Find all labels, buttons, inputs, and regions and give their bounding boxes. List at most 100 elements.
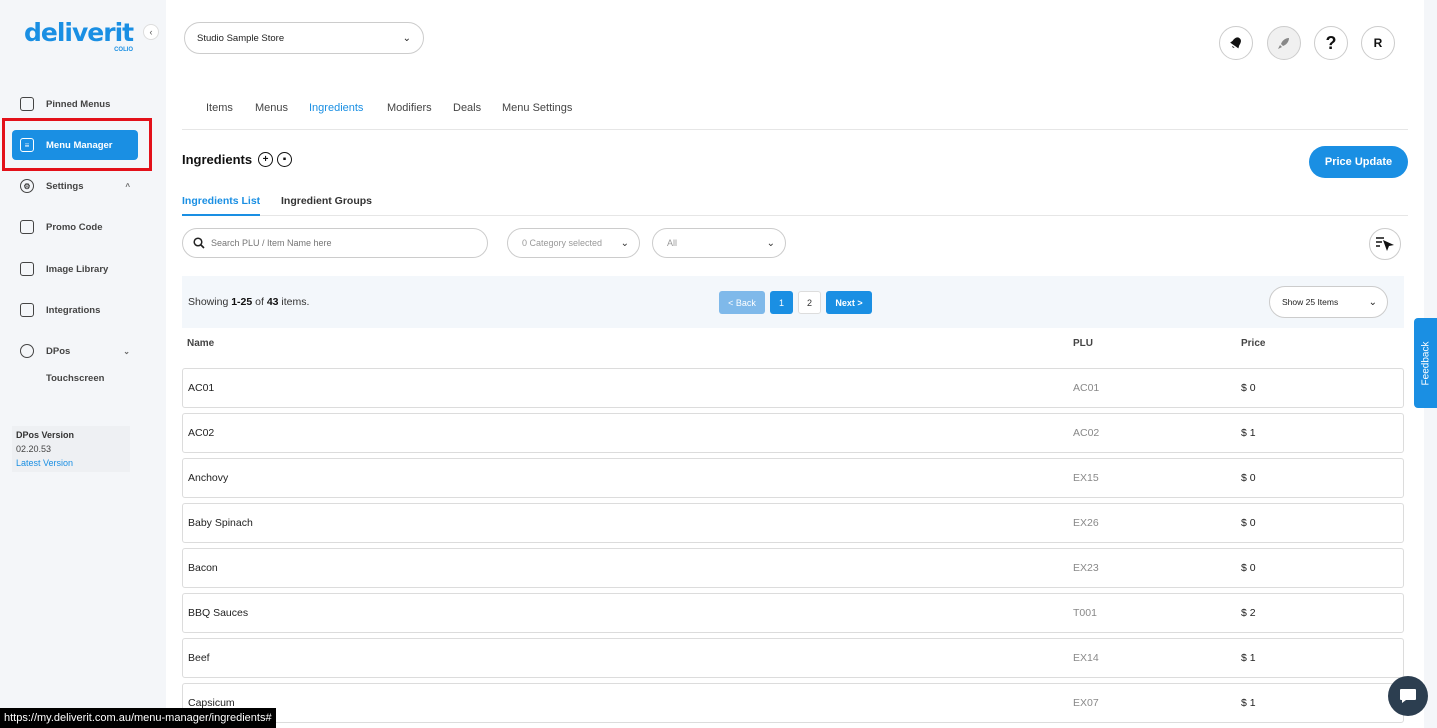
table-row[interactable]: AC01 AC01 $ 0 bbox=[182, 368, 1404, 408]
ingredients-table: AC01 AC01 $ 0 AC02 AC02 $ 1 Anchovy EX15 $ 0 Baby… bbox=[182, 368, 1404, 728]
sidebar-item-dpos[interactable]: DPos ⌄ bbox=[12, 336, 138, 366]
subtab-ingredient-groups[interactable]: Ingredient Groups bbox=[281, 195, 372, 214]
category-filter[interactable]: 0 Category selected ⌄ bbox=[507, 228, 640, 258]
bell-icon[interactable] bbox=[1219, 26, 1253, 60]
sidebar-item-label: Pinned Menus bbox=[46, 98, 111, 110]
chat-icon bbox=[1400, 689, 1416, 703]
cell-price: $ 0 bbox=[1241, 382, 1256, 394]
showing-of: of bbox=[252, 296, 267, 308]
add-icon[interactable]: + bbox=[258, 152, 274, 167]
sidebar-item-pinned-menus[interactable]: Pinned Menus bbox=[12, 89, 138, 119]
next-button[interactable]: Next > bbox=[826, 291, 872, 314]
sidebar-item-label: Image Library bbox=[46, 263, 109, 275]
latest-version-link[interactable]: Latest Version bbox=[16, 456, 126, 470]
version-number: 02.20.53 bbox=[16, 444, 52, 454]
showing-prefix: Showing bbox=[188, 296, 232, 308]
cell-price: $ 0 bbox=[1241, 472, 1256, 484]
chevron-down-icon: ⌄ bbox=[1368, 296, 1377, 308]
status-url: https://my.deliverit.com.au/menu-manager… bbox=[0, 708, 276, 728]
table-row[interactable]: Capsicum EX07 $ 1 bbox=[182, 683, 1404, 723]
tab-deals[interactable]: Deals bbox=[453, 102, 481, 114]
store-selector[interactable]: Studio Sample Store ⌄ bbox=[184, 22, 424, 54]
tab-menu-settings[interactable]: Menu Settings bbox=[502, 102, 572, 114]
tab-modifiers[interactable]: Modifiers bbox=[387, 102, 432, 114]
sidebar-item-label: Integrations bbox=[46, 304, 101, 316]
version-title: DPos Version bbox=[16, 430, 75, 440]
chat-button[interactable] bbox=[1388, 676, 1428, 716]
bookmark-icon[interactable]: ▪ bbox=[277, 152, 293, 167]
cell-name: Baby Spinach bbox=[188, 517, 253, 529]
chevron-down-icon: ⌄ bbox=[620, 237, 629, 249]
table-row[interactable]: Beef EX14 $ 1 bbox=[182, 638, 1404, 678]
showing-text: Showing 1-25 of 43 items. bbox=[188, 296, 309, 308]
store-name: Studio Sample Store bbox=[197, 32, 285, 44]
sidebar-subitem-touchscreen[interactable]: Touchscreen bbox=[46, 373, 104, 384]
cell-plu: EX07 bbox=[1073, 697, 1099, 709]
brand-name: deliverit bbox=[24, 18, 134, 47]
price-update-button[interactable]: Price Update bbox=[1309, 146, 1408, 178]
ingredient-subtabs: Ingredients List Ingredient Groups bbox=[182, 186, 1408, 216]
tab-items[interactable]: Items bbox=[206, 102, 233, 114]
table-row[interactable]: Anchovy EX15 $ 0 bbox=[182, 458, 1404, 498]
page-2-button[interactable]: 2 bbox=[798, 291, 821, 314]
search-icon bbox=[193, 237, 205, 249]
page-title: Ingredients bbox=[182, 152, 253, 167]
page-1-button[interactable]: 1 bbox=[770, 291, 793, 314]
help-icon[interactable]: ? bbox=[1314, 26, 1348, 60]
column-header-name: Name bbox=[187, 338, 215, 349]
tab-ingredients[interactable]: Ingredients bbox=[309, 102, 363, 114]
back-button[interactable]: < Back bbox=[719, 291, 765, 314]
sidebar-item-integrations[interactable]: Integrations bbox=[12, 295, 138, 325]
page-size-value: Show 25 Items bbox=[1282, 297, 1339, 307]
page-title-row: Ingredients + ▪ bbox=[182, 152, 293, 167]
top-header: Studio Sample Store ⌄ ? R bbox=[166, 0, 1424, 82]
menu-manager-tabs: Items Menus Ingredients Modifiers Deals … bbox=[182, 82, 1408, 130]
sidebar-item-settings[interactable]: ⚙ Settings ^ bbox=[12, 171, 138, 201]
table-row[interactable]: Bacon EX23 $ 0 bbox=[182, 548, 1404, 588]
sidebar-item-label: Settings bbox=[46, 180, 84, 192]
sidebar-item-image-library[interactable]: Image Library bbox=[12, 254, 138, 284]
cell-name: Bacon bbox=[188, 562, 218, 574]
cell-price: $ 2 bbox=[1241, 607, 1256, 619]
cell-name: AC02 bbox=[188, 427, 215, 439]
status-filter[interactable]: All ⌄ bbox=[652, 228, 786, 258]
tab-menus[interactable]: Menus bbox=[255, 102, 288, 114]
ticket-icon bbox=[20, 220, 34, 234]
pos-icon bbox=[20, 344, 34, 358]
showing-range: 1-25 bbox=[231, 296, 253, 308]
chevron-down-icon: ⌄ bbox=[402, 32, 411, 44]
table-row[interactable]: Baby Spinach EX26 $ 0 bbox=[182, 503, 1404, 543]
cell-plu: EX14 bbox=[1073, 652, 1099, 664]
sidebar-item-label: DPos bbox=[46, 345, 71, 357]
feedback-tab[interactable]: Feedback bbox=[1414, 318, 1437, 408]
table-row[interactable]: AC02 AC02 $ 1 bbox=[182, 413, 1404, 453]
filter-icon[interactable] bbox=[1369, 228, 1401, 260]
cell-plu: AC01 bbox=[1073, 382, 1100, 394]
chevron-down-icon: ⌄ bbox=[766, 237, 775, 249]
sidebar-collapse-button[interactable]: ‹ bbox=[143, 24, 159, 40]
cell-plu: AC02 bbox=[1073, 427, 1100, 439]
chevron-up-icon: ^ bbox=[125, 181, 130, 191]
feedback-label: Feedback bbox=[1420, 341, 1432, 385]
highlight-menu-manager bbox=[2, 118, 152, 171]
status-filter-value: All bbox=[667, 238, 678, 248]
cell-name: Anchovy bbox=[188, 472, 229, 484]
cell-price: $ 0 bbox=[1241, 562, 1256, 574]
rocket-icon[interactable] bbox=[1267, 26, 1301, 60]
cell-plu: T001 bbox=[1073, 607, 1097, 619]
search-input[interactable] bbox=[211, 238, 471, 248]
user-avatar[interactable]: R bbox=[1361, 26, 1395, 60]
sidebar-item-promo-code[interactable]: Promo Code bbox=[12, 212, 138, 242]
table-row[interactable]: BBQ Sauces T001 $ 2 bbox=[182, 593, 1404, 633]
version-panel: DPos Version 02.20.53 Latest Version bbox=[12, 426, 130, 472]
cell-plu: EX15 bbox=[1073, 472, 1099, 484]
search-box[interactable] bbox=[182, 228, 488, 258]
column-header-price: Price bbox=[1241, 338, 1266, 349]
sidebar: deliverit COLIO Pinned Menus ≡ Menu Mana… bbox=[0, 0, 152, 728]
showing-total: 43 bbox=[266, 296, 279, 308]
brand-logo[interactable]: deliverit COLIO bbox=[24, 18, 134, 54]
image-icon bbox=[20, 262, 34, 276]
page-size-select[interactable]: Show 25 Items ⌄ bbox=[1269, 286, 1388, 318]
cell-price: $ 1 bbox=[1241, 697, 1256, 709]
subtab-ingredients-list[interactable]: Ingredients List bbox=[182, 195, 261, 216]
